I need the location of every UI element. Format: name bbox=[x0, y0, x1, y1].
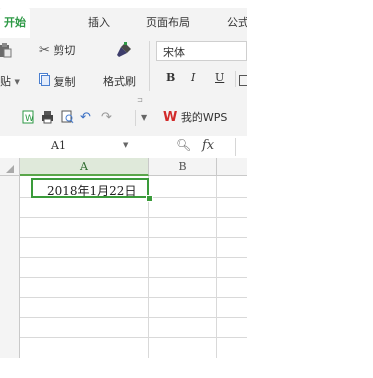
ribbon-home-panel: ✂ 剪切 宋体 贴 ▼ 复制 格式刷 B I U ⊐ W ↶ ↷ ▼ W 我的W… bbox=[0, 38, 247, 137]
clipboard-dialog-launcher-icon[interactable]: ⊐ bbox=[137, 91, 143, 109]
cell-a1-value: 2018年1月22日 bbox=[47, 184, 137, 198]
format-painter-label: 格式刷 bbox=[103, 75, 136, 88]
font-name-value: 宋体 bbox=[163, 46, 185, 59]
divider bbox=[135, 110, 136, 126]
table-cell[interactable] bbox=[149, 338, 217, 358]
tab-formulas[interactable]: 公式 bbox=[227, 8, 247, 38]
tab-home[interactable]: 开始 bbox=[0, 8, 30, 38]
paste-label: 贴 bbox=[0, 75, 11, 88]
table-cell[interactable] bbox=[149, 318, 217, 338]
column-header-a[interactable]: A bbox=[20, 158, 149, 176]
chevron-down-icon: ▼ bbox=[123, 141, 129, 149]
table-cell[interactable] bbox=[149, 198, 217, 218]
ribbon-tab-bar: 开始 插入 页面布局 公式 bbox=[0, 8, 247, 38]
zoom-search-icon[interactable]: 🔍︎ bbox=[176, 138, 191, 152]
divider bbox=[235, 71, 236, 87]
table-cell[interactable] bbox=[217, 338, 247, 358]
scissors-icon: ✂ bbox=[39, 43, 50, 58]
column-header-c[interactable] bbox=[217, 158, 247, 176]
format-painter-button[interactable]: 格式刷 bbox=[103, 73, 136, 91]
bold-button[interactable]: B bbox=[166, 71, 175, 84]
table-cell[interactable] bbox=[149, 298, 217, 318]
undo-icon[interactable]: ↶ bbox=[80, 110, 91, 126]
table-cell[interactable] bbox=[149, 278, 217, 298]
copy-button[interactable]: 复制 bbox=[39, 73, 76, 91]
spreadsheet-grid[interactable]: A B 2018年1月22日 bbox=[0, 158, 247, 358]
cell-c1[interactable] bbox=[217, 176, 247, 198]
cell-reference: A1 bbox=[51, 139, 66, 152]
border-icon bbox=[239, 74, 247, 86]
row-header-1[interactable] bbox=[0, 176, 20, 198]
row-headers[interactable] bbox=[0, 198, 20, 358]
redo-icon[interactable]: ↷ bbox=[101, 110, 112, 126]
print-icon[interactable] bbox=[41, 110, 54, 126]
quick-access-dropdown-icon[interactable]: ▼ bbox=[141, 113, 147, 129]
table-cell[interactable] bbox=[217, 258, 247, 278]
table-cell[interactable] bbox=[20, 338, 149, 358]
formula-bar: A1 ▼ 🔍︎ fx bbox=[0, 136, 247, 159]
table-cell[interactable] bbox=[20, 218, 149, 238]
table-cell[interactable] bbox=[20, 298, 149, 318]
table-cell[interactable] bbox=[217, 298, 247, 318]
save-icon[interactable]: W bbox=[22, 110, 34, 126]
name-box[interactable]: A1 ▼ bbox=[31, 138, 132, 155]
copy-icon bbox=[39, 73, 50, 92]
select-all-corner[interactable] bbox=[0, 158, 20, 176]
italic-button[interactable]: I bbox=[191, 71, 195, 84]
table-cell[interactable] bbox=[217, 218, 247, 238]
column-header-b[interactable]: B bbox=[149, 158, 217, 176]
fill-handle[interactable] bbox=[146, 195, 153, 202]
table-cell[interactable] bbox=[217, 278, 247, 298]
chevron-down-icon: ▼ bbox=[14, 78, 20, 86]
cut-button[interactable]: ✂ 剪切 bbox=[39, 42, 75, 60]
insert-function-button[interactable]: fx bbox=[202, 138, 214, 153]
table-cell[interactable] bbox=[20, 258, 149, 278]
wps-logo-icon: W bbox=[163, 110, 178, 125]
selected-cell-a1[interactable]: 2018年1月22日 bbox=[31, 178, 149, 198]
tab-insert[interactable]: 插入 bbox=[88, 8, 110, 38]
table-cell[interactable] bbox=[20, 198, 149, 218]
paste-icon[interactable] bbox=[0, 42, 12, 60]
table-cell[interactable] bbox=[217, 238, 247, 258]
table-cell[interactable] bbox=[217, 198, 247, 218]
cell-b1[interactable] bbox=[149, 176, 217, 198]
divider bbox=[149, 41, 150, 91]
table-cell[interactable] bbox=[20, 318, 149, 338]
table-cell[interactable] bbox=[149, 238, 217, 258]
table-cell[interactable] bbox=[20, 278, 149, 298]
tab-page-layout[interactable]: 页面布局 bbox=[146, 8, 190, 38]
my-wps-button[interactable]: W 我的WPS bbox=[163, 109, 227, 127]
table-cell[interactable] bbox=[149, 218, 217, 238]
paste-button[interactable]: 贴 ▼ bbox=[0, 73, 20, 91]
table-cell[interactable] bbox=[149, 258, 217, 278]
font-name-select[interactable]: 宋体 bbox=[156, 41, 247, 61]
cut-label: 剪切 bbox=[53, 44, 76, 57]
format-painter-icon[interactable] bbox=[115, 41, 133, 59]
my-wps-label: 我的WPS bbox=[180, 111, 228, 124]
table-cell[interactable] bbox=[20, 238, 149, 258]
copy-label: 复制 bbox=[53, 75, 76, 89]
wps-spreadsheet-window: 开始 插入 页面布局 公式 ✂ 剪切 宋体 贴 ▼ 复制 格式刷 B I U ⊐… bbox=[0, 0, 247, 358]
print-preview-icon[interactable] bbox=[61, 110, 74, 126]
border-button[interactable] bbox=[239, 71, 247, 89]
table-cell[interactable] bbox=[217, 318, 247, 338]
formula-input[interactable] bbox=[236, 138, 247, 156]
underline-button[interactable]: U bbox=[215, 71, 224, 84]
svg-text:W: W bbox=[25, 114, 34, 124]
